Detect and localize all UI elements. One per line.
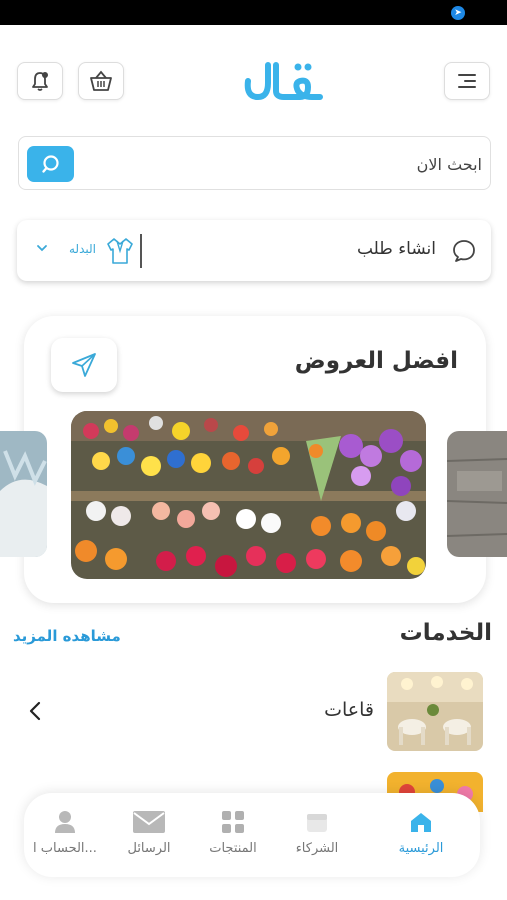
cart-button[interactable] [78, 62, 124, 100]
flowers-image [71, 411, 426, 579]
see-more-link[interactable]: مشاهده المزيد [13, 627, 121, 645]
app-logo [244, 62, 323, 101]
nav-label: المنتجات [209, 841, 257, 856]
bell-icon [32, 72, 48, 91]
search-input[interactable] [102, 149, 482, 179]
nav-label: الشركاء [295, 841, 339, 856]
nav-messages[interactable]: الرسائل [104, 807, 194, 856]
offers-title: افضل العروض [294, 348, 458, 374]
share-button[interactable] [51, 338, 117, 392]
service-label: قاعات [324, 699, 374, 721]
location-arrow-icon: ➤ [451, 6, 465, 20]
search-icon [41, 155, 59, 173]
nav-products[interactable]: المنتجات [188, 807, 278, 856]
carousel-slide-prev[interactable] [0, 431, 47, 557]
user-icon [55, 811, 75, 833]
nav-account[interactable]: الحساب ا... [20, 807, 110, 856]
menu-button[interactable] [444, 62, 490, 100]
chevron-left-icon[interactable] [26, 700, 44, 722]
nav-label: الحساب ا... [33, 841, 97, 856]
chat-icon [453, 240, 475, 262]
request-type-select[interactable]: البدله [69, 242, 96, 256]
carousel-slide-flowers[interactable] [71, 411, 426, 579]
slide-image [447, 431, 507, 557]
slide-image [0, 431, 47, 557]
service-item[interactable]: قاعات [0, 672, 507, 752]
nav-partners[interactable]: الشركاء [272, 807, 362, 856]
suit-icon [107, 238, 133, 264]
carousel-slide-next[interactable] [447, 431, 507, 557]
grid-icon [222, 811, 244, 833]
nav-label: الرسائل [127, 841, 171, 856]
basket-icon [90, 70, 112, 91]
status-bar: ➤ [0, 0, 507, 25]
create-request-label: انشاء طلب [356, 239, 436, 259]
store-icon [307, 814, 327, 832]
nav-label: الرئيسية [398, 841, 444, 856]
search-bar [18, 136, 491, 190]
mail-icon [133, 811, 165, 833]
service-thumbnail [387, 672, 483, 751]
services-title: الخدمات [399, 620, 492, 646]
home-icon [411, 813, 431, 832]
bottom-navigation: الرئيسية الشركاء المنتجات الرسائل الحساب… [24, 793, 480, 877]
search-button[interactable] [27, 146, 74, 182]
menu-icon [458, 74, 476, 88]
divider [140, 234, 142, 268]
chevron-down-icon[interactable] [36, 242, 48, 254]
nav-home[interactable]: الرئيسية [376, 807, 466, 856]
send-icon [72, 353, 96, 377]
create-request-bar[interactable]: انشاء طلب البدله [17, 220, 491, 281]
notifications-button[interactable] [17, 62, 63, 100]
